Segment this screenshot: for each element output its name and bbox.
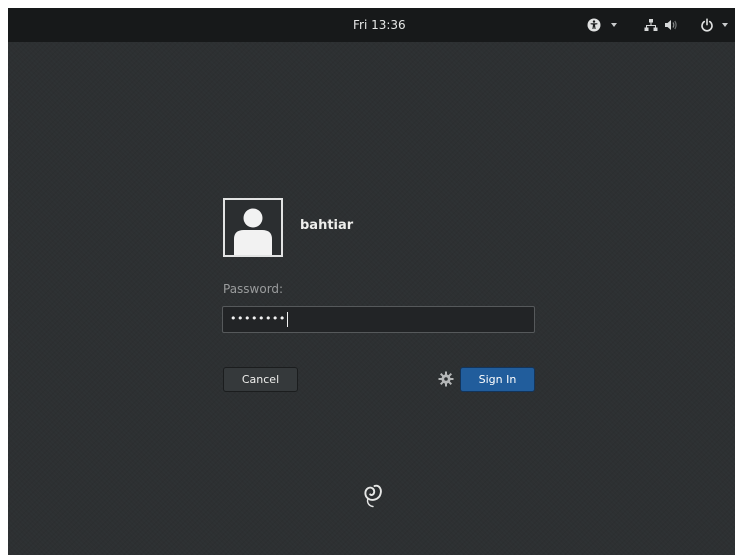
power-icon[interactable] <box>700 18 714 32</box>
avatar[interactable] <box>223 198 283 257</box>
accessibility-icon[interactable] <box>587 18 601 32</box>
cancel-button[interactable]: Cancel <box>223 367 298 392</box>
gear-icon[interactable] <box>438 371 454 387</box>
network-icon[interactable] <box>644 18 658 32</box>
password-label: Password: <box>223 282 284 296</box>
password-field[interactable]: •••••••• <box>222 306 535 333</box>
password-masked-value: •••••••• <box>230 312 286 325</box>
debian-swirl-icon <box>364 484 382 508</box>
user-avatar-icon <box>234 208 272 255</box>
username: bahtiar <box>300 218 354 233</box>
accessibility-menu-caret-icon[interactable] <box>611 23 617 27</box>
volume-icon[interactable] <box>664 18 678 32</box>
top-bar: Fri 13:36 <box>8 8 735 42</box>
sign-in-button[interactable]: Sign In <box>460 367 535 392</box>
clock[interactable]: Fri 13:36 <box>353 8 406 42</box>
user-entry[interactable]: bahtiar <box>223 198 543 258</box>
text-cursor <box>286 311 288 327</box>
login-screen: Fri 13:36 bahtiar Password: •••••••• Can… <box>8 8 735 555</box>
power-menu-caret-icon[interactable] <box>722 23 728 27</box>
